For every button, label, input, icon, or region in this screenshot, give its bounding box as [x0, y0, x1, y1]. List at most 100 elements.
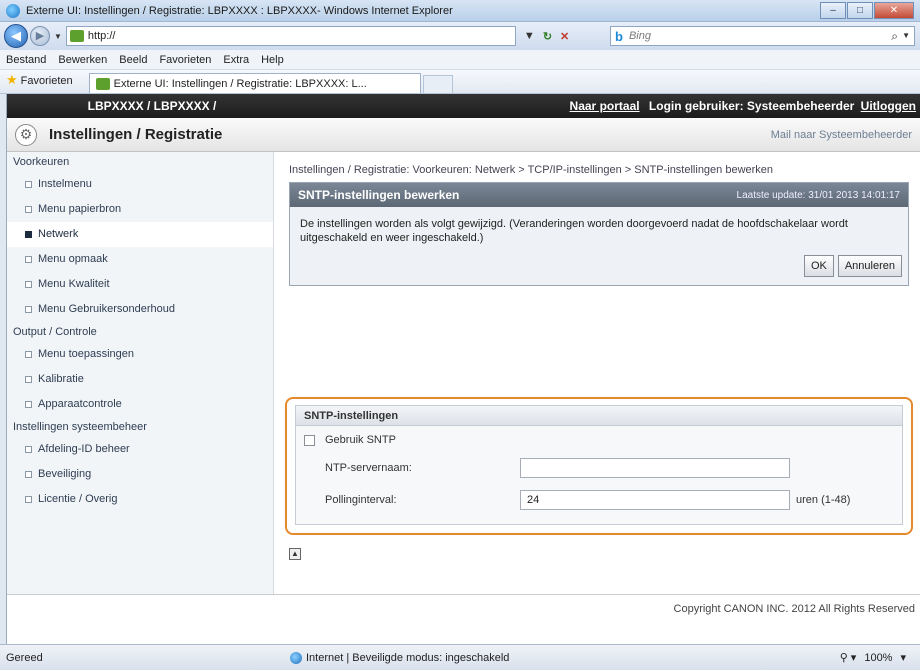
zoom-dropdown-icon[interactable]: ▾	[900, 651, 906, 664]
sidebar-group-systeembeheer[interactable]: Instellingen systeembeheer	[7, 417, 273, 437]
favorites-button[interactable]: Favorieten	[21, 75, 73, 87]
menu-beeld[interactable]: Beeld	[119, 54, 147, 66]
window-titlebar: Externe UI: Instellingen / Registratie: …	[0, 0, 920, 22]
menu-favorieten[interactable]: Favorieten	[159, 54, 211, 66]
bullet-icon	[25, 470, 32, 478]
bullet-icon	[25, 375, 32, 383]
maximize-button[interactable]: □	[847, 2, 873, 19]
bullet-icon	[25, 205, 32, 213]
bullet-icon	[25, 495, 32, 503]
bullet-icon	[25, 305, 32, 313]
bullet-icon	[25, 230, 32, 238]
edit-panel: SNTP-instellingen bewerken Laatste updat…	[289, 182, 909, 286]
menu-help[interactable]: Help	[261, 54, 284, 66]
tab-site-icon	[95, 77, 110, 90]
close-button[interactable]: ✕	[874, 2, 914, 19]
cancel-button[interactable]: Annuleren	[837, 255, 902, 277]
search-dropdown-icon[interactable]: ▼	[902, 31, 910, 40]
ntp-server-label: NTP-servernaam:	[325, 462, 412, 474]
device-name: LBPXXXX / LBPXXXX /	[87, 99, 217, 113]
sntp-settings-section: SNTP-instellingen Gebruik SNTP NTP-serve…	[295, 405, 903, 525]
settings-gear-icon: ⚙	[15, 123, 37, 146]
sntp-section-title: SNTP-instellingen	[296, 406, 902, 426]
minimize-button[interactable]: –	[820, 2, 846, 19]
breadcrumb: Instellingen / Registratie: Voorkeuren: …	[289, 164, 774, 176]
bullet-icon	[25, 280, 32, 288]
protected-mode-icon[interactable]: ⚲ ▾	[840, 651, 857, 664]
scroll-to-top-icon[interactable]: ▲	[289, 548, 301, 560]
sidebar-item-menu-papierbron[interactable]: Menu papierbron	[7, 197, 273, 222]
ntp-server-input[interactable]	[520, 458, 790, 478]
main-content: Instellingen / Registratie: Voorkeuren: …	[275, 152, 920, 594]
new-tab-button[interactable]	[422, 75, 453, 93]
back-button[interactable]: ◀	[4, 24, 28, 48]
zoom-level[interactable]: 100%	[864, 652, 892, 664]
url-input[interactable]: http://	[65, 26, 516, 46]
sidebar-group-output[interactable]: Output / Controle	[7, 322, 273, 342]
bullet-icon	[25, 255, 32, 263]
window-controls: – □ ✕	[819, 2, 914, 19]
sidebar-group-voorkeuren[interactable]: Voorkeuren	[7, 152, 273, 172]
favorites-star-icon[interactable]: ★	[6, 72, 18, 88]
menu-bestand[interactable]: Bestand	[6, 54, 46, 66]
url-text: http://	[87, 30, 116, 42]
address-bar: ◀ ▶ ▼ http:// ▼ ↻ ✕ b Bing ⌕ ▼	[0, 22, 920, 50]
sidebar-item-menu-gebruikersonderhoud[interactable]: Menu Gebruikersonderhoud	[7, 297, 273, 322]
panel-message: De instellingen worden als volgt gewijzi…	[300, 218, 848, 244]
copyright: Copyright CANON INC. 2012 All Rights Res…	[673, 603, 915, 615]
sidebar-item-netwerk[interactable]: Netwerk	[7, 222, 273, 247]
search-placeholder: Bing	[628, 30, 651, 42]
url-dropdown-icon[interactable]: ▼	[524, 30, 535, 42]
status-bar: Gereed Internet | Beveiligde modus: inge…	[0, 644, 920, 670]
page-header: ⚙ Instellingen / Registratie Mail naar S…	[7, 118, 920, 152]
site-icon	[69, 30, 84, 42]
polling-unit: uren (1-48)	[796, 494, 851, 506]
security-zone[interactable]: Internet | Beveiligde modus: ingeschakel…	[306, 652, 509, 664]
browser-tab[interactable]: Externe UI: Instellingen / Registratie: …	[88, 73, 421, 93]
sidebar-item-menu-kwaliteit[interactable]: Menu Kwaliteit	[7, 272, 273, 297]
page-title: Instellingen / Registratie	[49, 126, 223, 143]
sidebar-item-instelmenu[interactable]: Instelmenu	[7, 172, 273, 197]
sidebar-item-apparaatcontrole[interactable]: Apparaatcontrole	[7, 392, 273, 417]
sidebar-item-beveiliging[interactable]: Beveiliging	[7, 462, 273, 487]
menu-bar: Bestand Bewerken Beeld Favorieten Extra …	[0, 50, 920, 70]
sidebar-item-licentie[interactable]: Licentie / Overig	[7, 487, 273, 512]
menu-extra[interactable]: Extra	[223, 54, 249, 66]
use-sntp-row: Gebruik SNTP	[304, 434, 396, 446]
mail-admin-link[interactable]: Mail naar Systeembeheerder	[771, 129, 912, 141]
bullet-icon	[25, 445, 32, 453]
bullet-icon	[25, 350, 32, 358]
search-icon[interactable]: ⌕	[891, 29, 898, 44]
sidebar-item-kalibratie[interactable]: Kalibratie	[7, 367, 273, 392]
device-topbar: LBPXXXX / LBPXXXX / Naar portaal Login g…	[7, 94, 920, 118]
logout-link[interactable]: Uitloggen	[861, 99, 916, 113]
panel-title: SNTP-instellingen bewerken	[298, 188, 460, 202]
login-user: Login gebruiker: Systeembeheerder	[648, 99, 855, 113]
bullet-icon	[25, 180, 32, 188]
globe-icon	[290, 651, 302, 664]
forward-button[interactable]: ▶	[30, 26, 50, 46]
status-ready: Gereed	[6, 651, 43, 664]
window-title: Externe UI: Instellingen / Registratie: …	[26, 4, 453, 17]
stop-icon[interactable]: ✕	[560, 30, 569, 43]
refresh-icon[interactable]: ↻	[543, 30, 552, 43]
portal-link[interactable]: Naar portaal	[570, 99, 640, 113]
polling-interval-input[interactable]: 24	[520, 490, 790, 510]
bullet-icon	[25, 400, 32, 408]
history-dropdown-icon[interactable]: ▼	[54, 32, 62, 41]
polling-interval-label: Pollinginterval:	[325, 494, 397, 506]
ie-logo-icon	[6, 3, 20, 18]
tab-title: Externe UI: Instellingen / Registratie: …	[113, 77, 367, 90]
sidebar-item-menu-opmaak[interactable]: Menu opmaak	[7, 247, 273, 272]
web-page: LBPXXXX / LBPXXXX / Naar portaal Login g…	[6, 94, 920, 644]
use-sntp-checkbox[interactable]	[304, 434, 315, 446]
ok-button[interactable]: OK	[803, 255, 834, 277]
panel-header: SNTP-instellingen bewerken Laatste updat…	[290, 183, 908, 207]
last-update: Laatste update: 31/01 2013 14:01:17	[736, 189, 900, 201]
sidebar-item-menu-toepassingen[interactable]: Menu toepassingen	[7, 342, 273, 367]
menu-bewerken[interactable]: Bewerken	[58, 54, 107, 66]
search-input[interactable]: b Bing ⌕ ▼	[610, 26, 915, 46]
sidebar-item-afdeling-id[interactable]: Afdeling-ID beheer	[7, 437, 273, 462]
favorites-bar: ★ Favorieten Externe UI: Instellingen / …	[0, 70, 920, 94]
sidebar: Voorkeuren Instelmenu Menu papierbron Ne…	[7, 152, 274, 594]
